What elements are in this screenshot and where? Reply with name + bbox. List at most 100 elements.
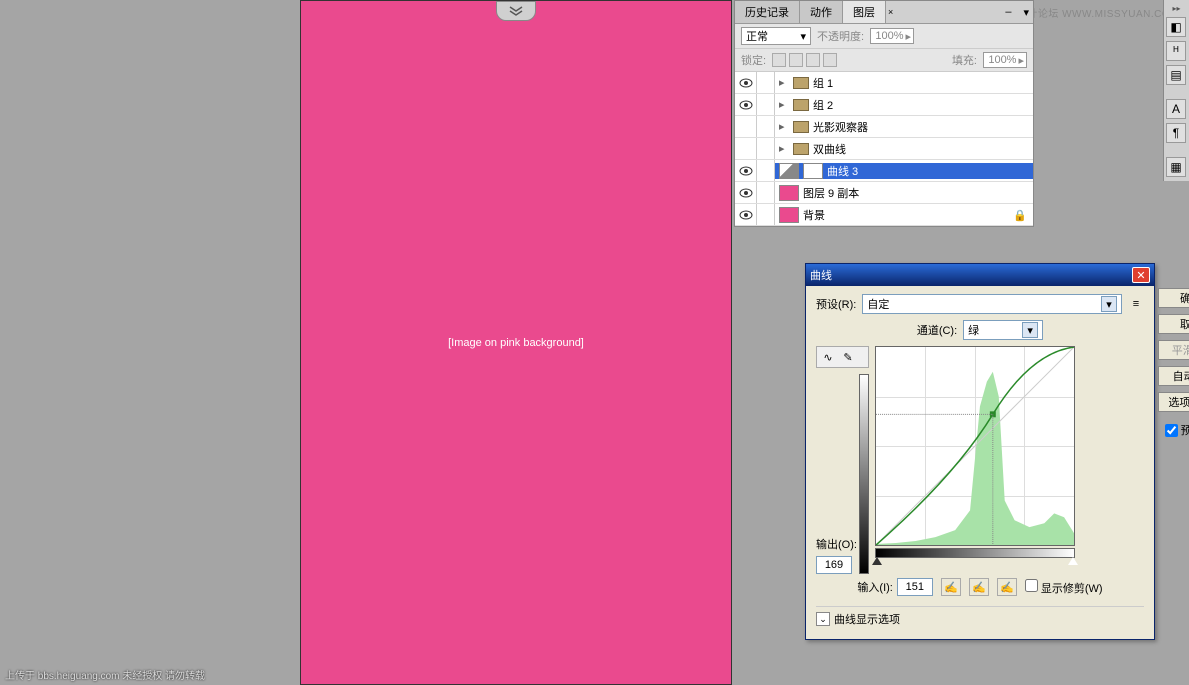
preview-checkbox[interactable]: 预览(P) <box>1158 422 1189 438</box>
visibility-toggle[interactable] <box>735 72 757 93</box>
curve-display-options[interactable]: ⌄ 曲线显示选项 <box>816 606 1144 631</box>
folder-icon <box>793 121 809 133</box>
output-field[interactable] <box>816 556 852 574</box>
curves-graph[interactable] <box>875 346 1075 546</box>
input-ramp <box>875 548 1075 558</box>
curve-point-tool-icon[interactable]: ∿ <box>819 349 837 365</box>
canvas-collapse-toggle[interactable] <box>496 1 536 21</box>
canvas[interactable]: [Image on pink background] <box>300 0 732 685</box>
eyedropper-gray-icon[interactable]: ✍ <box>969 578 989 596</box>
lock-all-icon[interactable] <box>823 53 837 67</box>
ok-button[interactable]: 确定 <box>1158 288 1189 308</box>
mask-thumb <box>803 163 823 179</box>
tab-close-x[interactable]: × <box>886 7 895 17</box>
lock-position-icon[interactable] <box>806 53 820 67</box>
preset-label: 预设(R): <box>816 296 856 312</box>
layer-row[interactable]: ▸ 组 2 <box>735 94 1033 116</box>
layer-name: 组 2 <box>813 97 833 113</box>
link-cell[interactable] <box>757 182 775 203</box>
navigator-icon[interactable]: ◧ <box>1166 17 1186 37</box>
curve-pencil-tool-icon[interactable]: ✎ <box>839 349 857 365</box>
auto-button[interactable]: 自动(A) <box>1158 366 1189 386</box>
tab-history[interactable]: 历史记录 <box>735 1 800 23</box>
panel-tabs: 历史记录 动作 图层 × – ▾ <box>735 1 1033 24</box>
blend-opacity-row: 正常▾ 不透明度: 100%▸ <box>735 24 1033 49</box>
histogram-icon[interactable]: ᴴ <box>1166 41 1186 61</box>
chevron-icon: ▸ <box>1018 54 1024 67</box>
visibility-toggle[interactable] <box>735 160 757 181</box>
expand-arrow-icon[interactable]: ▸ <box>779 142 789 155</box>
visibility-toggle[interactable] <box>735 138 757 159</box>
layer-name: 图层 9 副本 <box>803 185 859 201</box>
opacity-label: 不透明度: <box>817 28 864 44</box>
expand-arrow-icon[interactable]: ▸ <box>779 120 789 133</box>
swatches-icon[interactable]: ▦ <box>1166 157 1186 177</box>
layer-row[interactable]: 曲线 3 <box>735 160 1033 182</box>
link-cell[interactable] <box>757 160 775 181</box>
black-point-slider[interactable] <box>872 557 882 565</box>
tab-actions[interactable]: 动作 <box>800 1 843 23</box>
visibility-toggle[interactable] <box>735 116 757 137</box>
layer-row[interactable]: 背景🔒 <box>735 204 1033 226</box>
output-label: 输出(O): <box>816 536 857 552</box>
panel-menu-icon[interactable]: ▾ <box>1019 4 1033 21</box>
chevron-down-icon: ▾ <box>1022 322 1038 338</box>
input-label: 输入(I): <box>857 579 892 595</box>
panel-minimize-icon[interactable]: – <box>999 4 1017 20</box>
close-button[interactable]: ✕ <box>1132 267 1150 283</box>
output-ramp <box>859 374 869 574</box>
adjustment-thumb <box>779 163 799 179</box>
link-cell[interactable] <box>757 116 775 137</box>
dialog-titlebar[interactable]: 曲线 ✕ <box>806 264 1154 286</box>
eyedropper-white-icon[interactable]: ✍ <box>997 578 1017 596</box>
link-cell[interactable] <box>757 72 775 93</box>
lock-buttons <box>772 53 837 67</box>
input-slider[interactable] <box>875 558 1075 568</box>
tab-layers[interactable]: 图层 <box>843 1 886 23</box>
cancel-button[interactable]: 取消 <box>1158 314 1189 334</box>
input-field[interactable] <box>897 578 933 596</box>
lock-pixels-icon[interactable] <box>789 53 803 67</box>
options-button[interactable]: 选项(T)... <box>1158 392 1189 412</box>
expand-arrow-icon[interactable]: ▸ <box>779 76 789 89</box>
channel-select[interactable]: 绿 ▾ <box>963 320 1043 340</box>
white-point-slider[interactable] <box>1068 557 1078 565</box>
link-cell[interactable] <box>757 138 775 159</box>
eyedropper-black-icon[interactable]: ✍ <box>941 578 961 596</box>
visibility-toggle[interactable] <box>735 182 757 203</box>
expand-arrow-icon[interactable]: ▸ <box>779 98 789 111</box>
visibility-toggle[interactable] <box>735 204 757 225</box>
show-clipping-checkbox[interactable]: 显示修剪(W) <box>1025 579 1103 596</box>
link-cell[interactable] <box>757 94 775 115</box>
lock-fill-row: 锁定: 填充: 100%▸ <box>735 49 1033 72</box>
preset-menu-icon[interactable]: ≡ <box>1128 296 1144 312</box>
layer-row[interactable]: ▸光影观察器 <box>735 116 1033 138</box>
layer-name: 曲线 3 <box>827 163 858 179</box>
layer-row[interactable]: 图层 9 副本 <box>735 182 1033 204</box>
fill-field[interactable]: 100%▸ <box>983 52 1027 68</box>
link-cell[interactable] <box>757 204 775 225</box>
curves-dialog: 曲线 ✕ 预设(R): 自定 ▾ ≡ 通道(C): 绿 ▾ ∿ ✎ <box>805 263 1155 640</box>
channel-row: 通道(C): 绿 ▾ <box>816 320 1144 340</box>
layer-row[interactable]: ▸ 组 1 <box>735 72 1033 94</box>
layer-name: 组 1 <box>813 75 833 91</box>
character-icon[interactable]: A <box>1166 99 1186 119</box>
chevron-collapsed-icon: ⌄ <box>816 612 830 626</box>
layer-row[interactable]: ▸双曲线 <box>735 138 1033 160</box>
smooth-button: 平滑(M) <box>1158 340 1189 360</box>
lock-transparent-icon[interactable] <box>772 53 786 67</box>
visibility-toggle[interactable] <box>735 94 757 115</box>
paragraph-icon[interactable]: ¶ <box>1166 123 1186 143</box>
expand-arrow-icon[interactable]: ▸▸ <box>1166 4 1187 13</box>
folder-icon <box>793 77 809 89</box>
chevron-icon: ▸ <box>906 30 912 43</box>
dialog-side-buttons: 确定 取消 平滑(M) 自动(A) 选项(T)... 预览(P) <box>1158 288 1189 438</box>
chevron-down-icon: ▾ <box>800 30 806 43</box>
folder-icon <box>793 99 809 111</box>
blend-mode-select[interactable]: 正常▾ <box>741 27 811 45</box>
chevron-down-icon: ▾ <box>1101 296 1117 312</box>
opacity-field[interactable]: 100%▸ <box>870 28 914 44</box>
curve-draw-tools: ∿ ✎ <box>816 346 869 368</box>
info-icon[interactable]: ▤ <box>1166 65 1186 85</box>
preset-select[interactable]: 自定 ▾ <box>862 294 1122 314</box>
